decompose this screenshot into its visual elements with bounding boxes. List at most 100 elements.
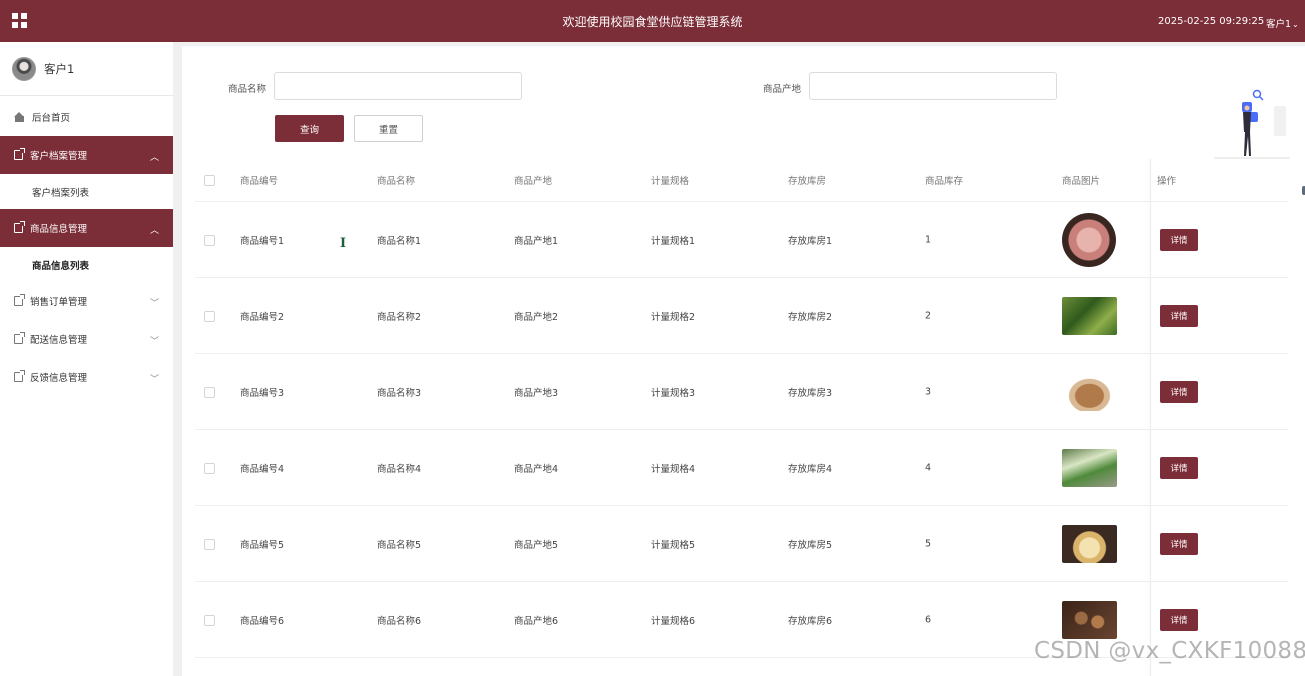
sidebar-item-delivery[interactable]: 配送信息管理 ﹀ xyxy=(0,320,173,358)
sidebar-item-customer-archive[interactable]: 客户档案管理 ︿ xyxy=(0,136,173,174)
product-table: 商品编号 商品名称 商品产地 计量规格 存放库房 商品库存 商品图片 操作 商品… xyxy=(195,159,1288,676)
product-image xyxy=(1062,372,1117,411)
product-name-input[interactable] xyxy=(274,72,522,100)
chevron-down-icon: ⌄ xyxy=(1292,20,1299,29)
sidebar-item-label: 销售订单管理 xyxy=(30,297,88,308)
cell-stock: 4 xyxy=(925,462,932,473)
table-row: 商品编号1 商品名称1 商品产地1 计量规格1 存放库房1 1 详情 xyxy=(195,202,1288,278)
detail-button[interactable]: 详情 xyxy=(1160,608,1198,631)
cell-code: 商品编号3 xyxy=(240,387,285,399)
document-icon xyxy=(14,294,25,306)
cell-origin: 商品产地2 xyxy=(514,311,559,323)
watermark: CSDN @vx_CXKF10088 xyxy=(1034,638,1305,664)
cell-origin: 商品产地3 xyxy=(514,387,559,399)
row-checkbox[interactable] xyxy=(204,614,215,626)
sidebar-item-home[interactable]: 后台首页 xyxy=(0,98,173,136)
row-checkbox[interactable] xyxy=(204,386,215,398)
detail-button[interactable]: 详情 xyxy=(1160,532,1198,555)
chevron-down-icon: ﹀ xyxy=(150,337,160,347)
app-title: 欢迎使用校园食堂供应链管理系统 xyxy=(562,15,743,29)
home-icon xyxy=(14,111,25,123)
product-origin-label: 商品产地 xyxy=(763,84,802,95)
chevron-up-icon: ︿ xyxy=(150,226,160,236)
sidebar-item-label: 反馈信息管理 xyxy=(30,373,88,384)
row-checkbox[interactable] xyxy=(204,462,215,474)
row-checkbox[interactable] xyxy=(204,234,215,246)
header-origin: 商品产地 xyxy=(514,176,553,187)
sidebar-subitem-label: 客户档案列表 xyxy=(32,187,90,199)
table-row: 商品编号3 商品名称3 商品产地3 计量规格3 存放库房3 3 详情 xyxy=(195,354,1288,430)
cell-code: 商品编号6 xyxy=(240,615,285,627)
cell-spec: 计量规格2 xyxy=(651,311,696,323)
cell-warehouse: 存放库房1 xyxy=(788,235,833,247)
cell-warehouse: 存放库房6 xyxy=(788,615,833,627)
text-cursor-icon: I xyxy=(340,236,347,251)
sidebar-item-sales-orders[interactable]: 销售订单管理 ﹀ xyxy=(0,282,173,320)
cell-stock: 1 xyxy=(925,234,932,245)
document-icon xyxy=(14,332,25,344)
user-menu[interactable]: 客户1⌄ xyxy=(1266,16,1299,30)
table-row: 商品编号4 商品名称4 商品产地4 计量规格4 存放库房4 4 详情 xyxy=(195,430,1288,506)
sidebar-subitem-product-list[interactable]: 商品信息列表 xyxy=(0,247,173,282)
cell-origin: 商品产地5 xyxy=(514,539,559,551)
cell-spec: 计量规格4 xyxy=(651,463,696,475)
chevron-up-icon: ︿ xyxy=(150,153,160,163)
header-spec: 计量规格 xyxy=(651,176,690,187)
cell-spec: 计量规格3 xyxy=(651,387,696,399)
select-all-checkbox[interactable] xyxy=(204,175,215,186)
reset-button[interactable]: 重置 xyxy=(354,115,423,142)
cell-name: 商品名称2 xyxy=(377,311,422,323)
cell-stock: 3 xyxy=(925,386,932,397)
cell-name: 商品名称4 xyxy=(377,463,422,475)
sidebar-item-product-info[interactable]: 商品信息管理 ︿ xyxy=(0,209,173,247)
cell-spec: 计量规格5 xyxy=(651,539,696,551)
header-actions: 操作 xyxy=(1157,176,1177,187)
cell-code: 商品编号4 xyxy=(240,463,285,475)
cell-origin: 商品产地1 xyxy=(514,235,559,247)
user-menu-label: 客户1 xyxy=(1266,19,1292,30)
datetime-display: 2025-02-25 09:29:25 xyxy=(1158,16,1265,27)
product-origin-input[interactable] xyxy=(809,72,1057,100)
header-image: 商品图片 xyxy=(1062,176,1101,187)
cell-stock: 6 xyxy=(925,614,932,625)
table-body: 商品编号1 商品名称1 商品产地1 计量规格1 存放库房1 1 详情 商品编号2 商品名称2 商品… xyxy=(195,202,1288,658)
sidebar-subitem-customer-list[interactable]: 客户档案列表 xyxy=(0,174,173,209)
avatar xyxy=(12,56,36,81)
cell-warehouse: 存放库房3 xyxy=(788,387,833,399)
product-name-label: 商品名称 xyxy=(228,84,267,95)
table-row: 商品编号2 商品名称2 商品产地2 计量规格2 存放库房2 2 详情 xyxy=(195,278,1288,354)
document-icon xyxy=(14,370,25,382)
search-illustration xyxy=(1214,89,1290,159)
cell-origin: 商品产地4 xyxy=(514,463,559,475)
sidebar-item-label: 配送信息管理 xyxy=(30,335,88,346)
cell-name: 商品名称6 xyxy=(377,615,422,627)
cell-warehouse: 存放库房4 xyxy=(788,463,833,475)
detail-button[interactable]: 详情 xyxy=(1160,456,1198,479)
sidebar-subitem-label: 商品信息列表 xyxy=(32,260,90,272)
detail-button[interactable]: 详情 xyxy=(1160,228,1198,251)
grid-menu-icon[interactable] xyxy=(12,13,27,28)
table-row: 商品编号5 商品名称5 商品产地5 计量规格5 存放库房5 5 详情 xyxy=(195,506,1288,582)
main-content: 商品名称 商品产地 查询 重置 商品编号 商品名称 商品产地 计量规格 存放库房… xyxy=(182,46,1305,676)
detail-button[interactable]: 详情 xyxy=(1160,380,1198,403)
header-warehouse: 存放库房 xyxy=(788,176,827,187)
cell-stock: 2 xyxy=(925,310,932,321)
row-checkbox[interactable] xyxy=(204,538,215,550)
header-stock: 商品库存 xyxy=(925,176,964,187)
cell-code: 商品编号2 xyxy=(240,311,285,323)
detail-button[interactable]: 详情 xyxy=(1160,304,1198,327)
cell-stock: 5 xyxy=(925,538,932,549)
cell-name: 商品名称5 xyxy=(377,539,422,551)
top-header: 欢迎使用校园食堂供应链管理系统 2025-02-25 09:29:25 客户1⌄ xyxy=(0,0,1305,42)
row-checkbox[interactable] xyxy=(204,310,215,322)
profile-name: 客户1 xyxy=(44,61,75,76)
header-code: 商品编号 xyxy=(240,176,279,187)
cell-name: 商品名称1 xyxy=(377,235,422,247)
product-image xyxy=(1062,212,1116,267)
sidebar-item-feedback[interactable]: 反馈信息管理 ﹀ xyxy=(0,358,173,396)
chevron-down-icon: ﹀ xyxy=(150,375,160,385)
product-image xyxy=(1062,448,1117,487)
cell-warehouse: 存放库房5 xyxy=(788,539,833,551)
query-button[interactable]: 查询 xyxy=(275,115,344,142)
product-image xyxy=(1062,524,1117,563)
